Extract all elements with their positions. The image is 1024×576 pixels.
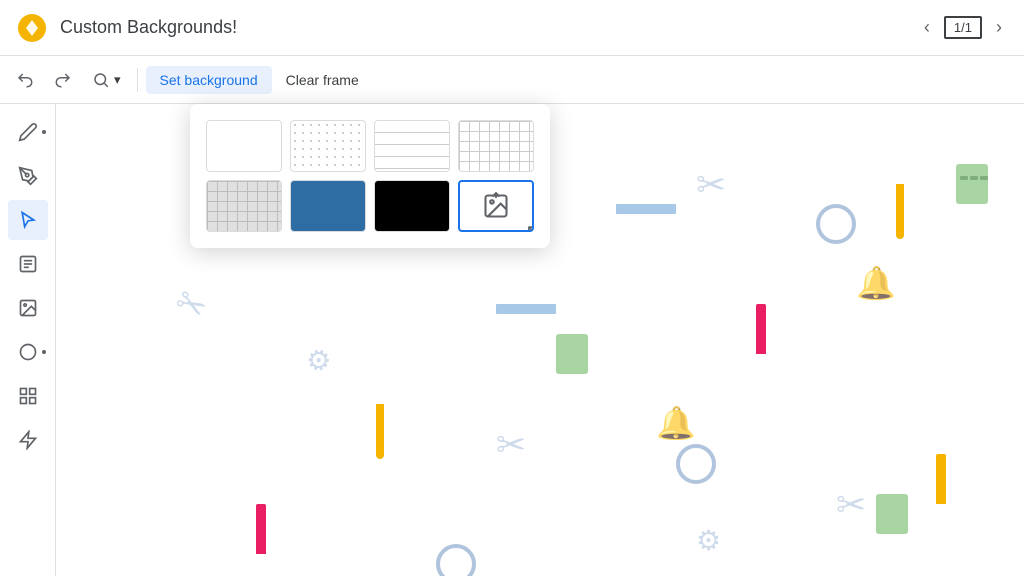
expand-indicator	[42, 130, 46, 134]
deco-calc-2	[556, 334, 588, 374]
redo-button[interactable]	[46, 65, 80, 95]
undo-button[interactable]	[8, 65, 42, 95]
bg-option-blue[interactable]	[290, 180, 366, 232]
deco-pencil-2	[256, 504, 266, 554]
next-slide-button[interactable]: ›	[990, 11, 1008, 44]
deco-scissors-4: ✂	[696, 164, 726, 206]
sidebar-item-shape[interactable]	[8, 332, 48, 372]
background-options-grid: ↖	[206, 120, 534, 232]
deco-brush-1	[896, 184, 904, 239]
prev-slide-button[interactable]: ‹	[918, 11, 936, 44]
zoom-button[interactable]: ▾	[84, 65, 129, 95]
deco-scissors-3: ✂	[496, 424, 526, 466]
deco-calc-3	[876, 494, 908, 534]
toolbar: ▾ Set background Clear frame	[0, 56, 1024, 104]
deco-bell-2: 🔔	[656, 404, 696, 442]
bg-option-plain[interactable]	[206, 120, 282, 172]
bg-option-upload[interactable]: ↖	[458, 180, 534, 232]
slide-indicator: 1/1	[944, 16, 982, 39]
deco-ruler-1	[496, 304, 556, 314]
sidebar-item-select[interactable]	[8, 200, 48, 240]
background-panel: ↖	[190, 104, 550, 248]
deco-ruler-2	[616, 204, 676, 214]
deco-brush-2	[376, 404, 384, 459]
sidebar-item-text[interactable]	[8, 244, 48, 284]
sidebar-item-image[interactable]	[8, 288, 48, 328]
deco-compass-2: ⚙	[696, 524, 721, 557]
header: Custom Backgrounds! ‹ 1/1 ›	[0, 0, 1024, 56]
deco-pencil-4	[936, 454, 946, 504]
deco-pencil-3	[756, 304, 766, 354]
toolbar-separator	[137, 68, 138, 92]
bg-option-black[interactable]	[374, 180, 450, 232]
deco-calc-1	[956, 164, 988, 204]
sidebar-item-paint[interactable]	[8, 156, 48, 196]
app-logo	[16, 12, 48, 44]
cursor-icon: ↖	[525, 219, 534, 232]
expand-indicator-shape	[42, 350, 46, 354]
deco-magnify-2	[676, 444, 716, 484]
app-title: Custom Backgrounds!	[60, 17, 906, 38]
sidebar-item-frame[interactable]	[8, 376, 48, 416]
clear-frame-button[interactable]: Clear frame	[276, 66, 369, 94]
deco-bell-3: 🔔	[856, 264, 896, 302]
bg-option-gray-grid[interactable]	[206, 180, 282, 232]
set-background-button[interactable]: Set background	[146, 66, 272, 94]
deco-magnify-3	[436, 544, 476, 576]
deco-compass-1: ⚙	[301, 341, 336, 381]
nav-controls: ‹ 1/1 ›	[918, 11, 1008, 44]
bg-option-lines[interactable]	[374, 120, 450, 172]
bg-option-dots[interactable]	[290, 120, 366, 172]
deco-scissors-5: ✂	[836, 484, 866, 526]
sidebar	[0, 104, 56, 576]
deco-magnify-1	[816, 204, 856, 244]
sidebar-item-pen[interactable]	[8, 112, 48, 152]
bg-option-grid[interactable]	[458, 120, 534, 172]
upload-image-icon	[482, 192, 510, 220]
sidebar-item-lightning[interactable]	[8, 420, 48, 460]
deco-scissors-2: ✂	[168, 279, 215, 330]
